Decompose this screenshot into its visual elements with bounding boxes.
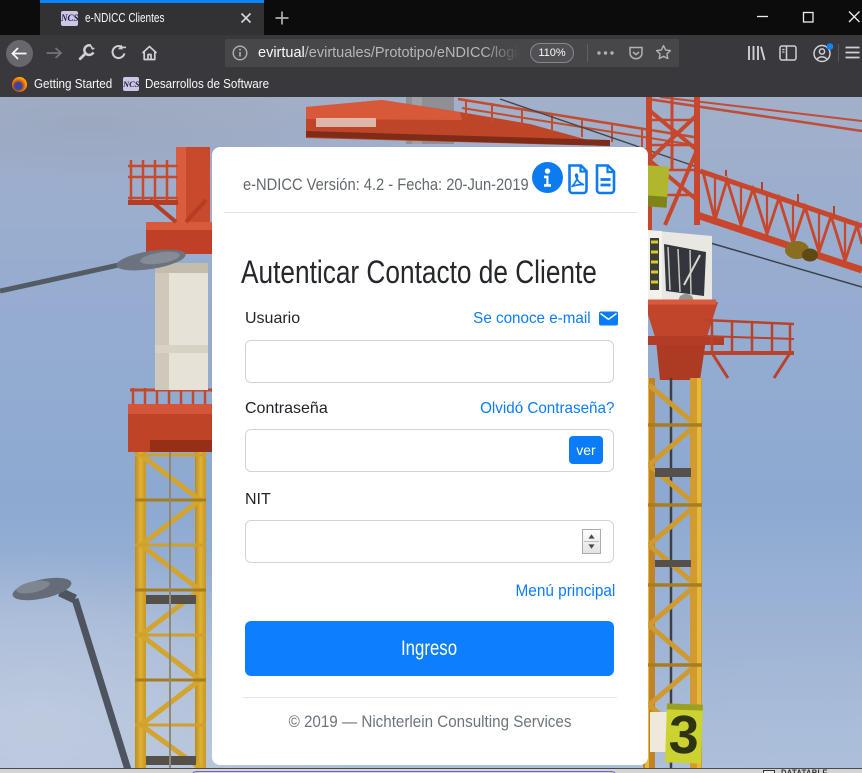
svg-text:3: 3 — [668, 704, 700, 765]
